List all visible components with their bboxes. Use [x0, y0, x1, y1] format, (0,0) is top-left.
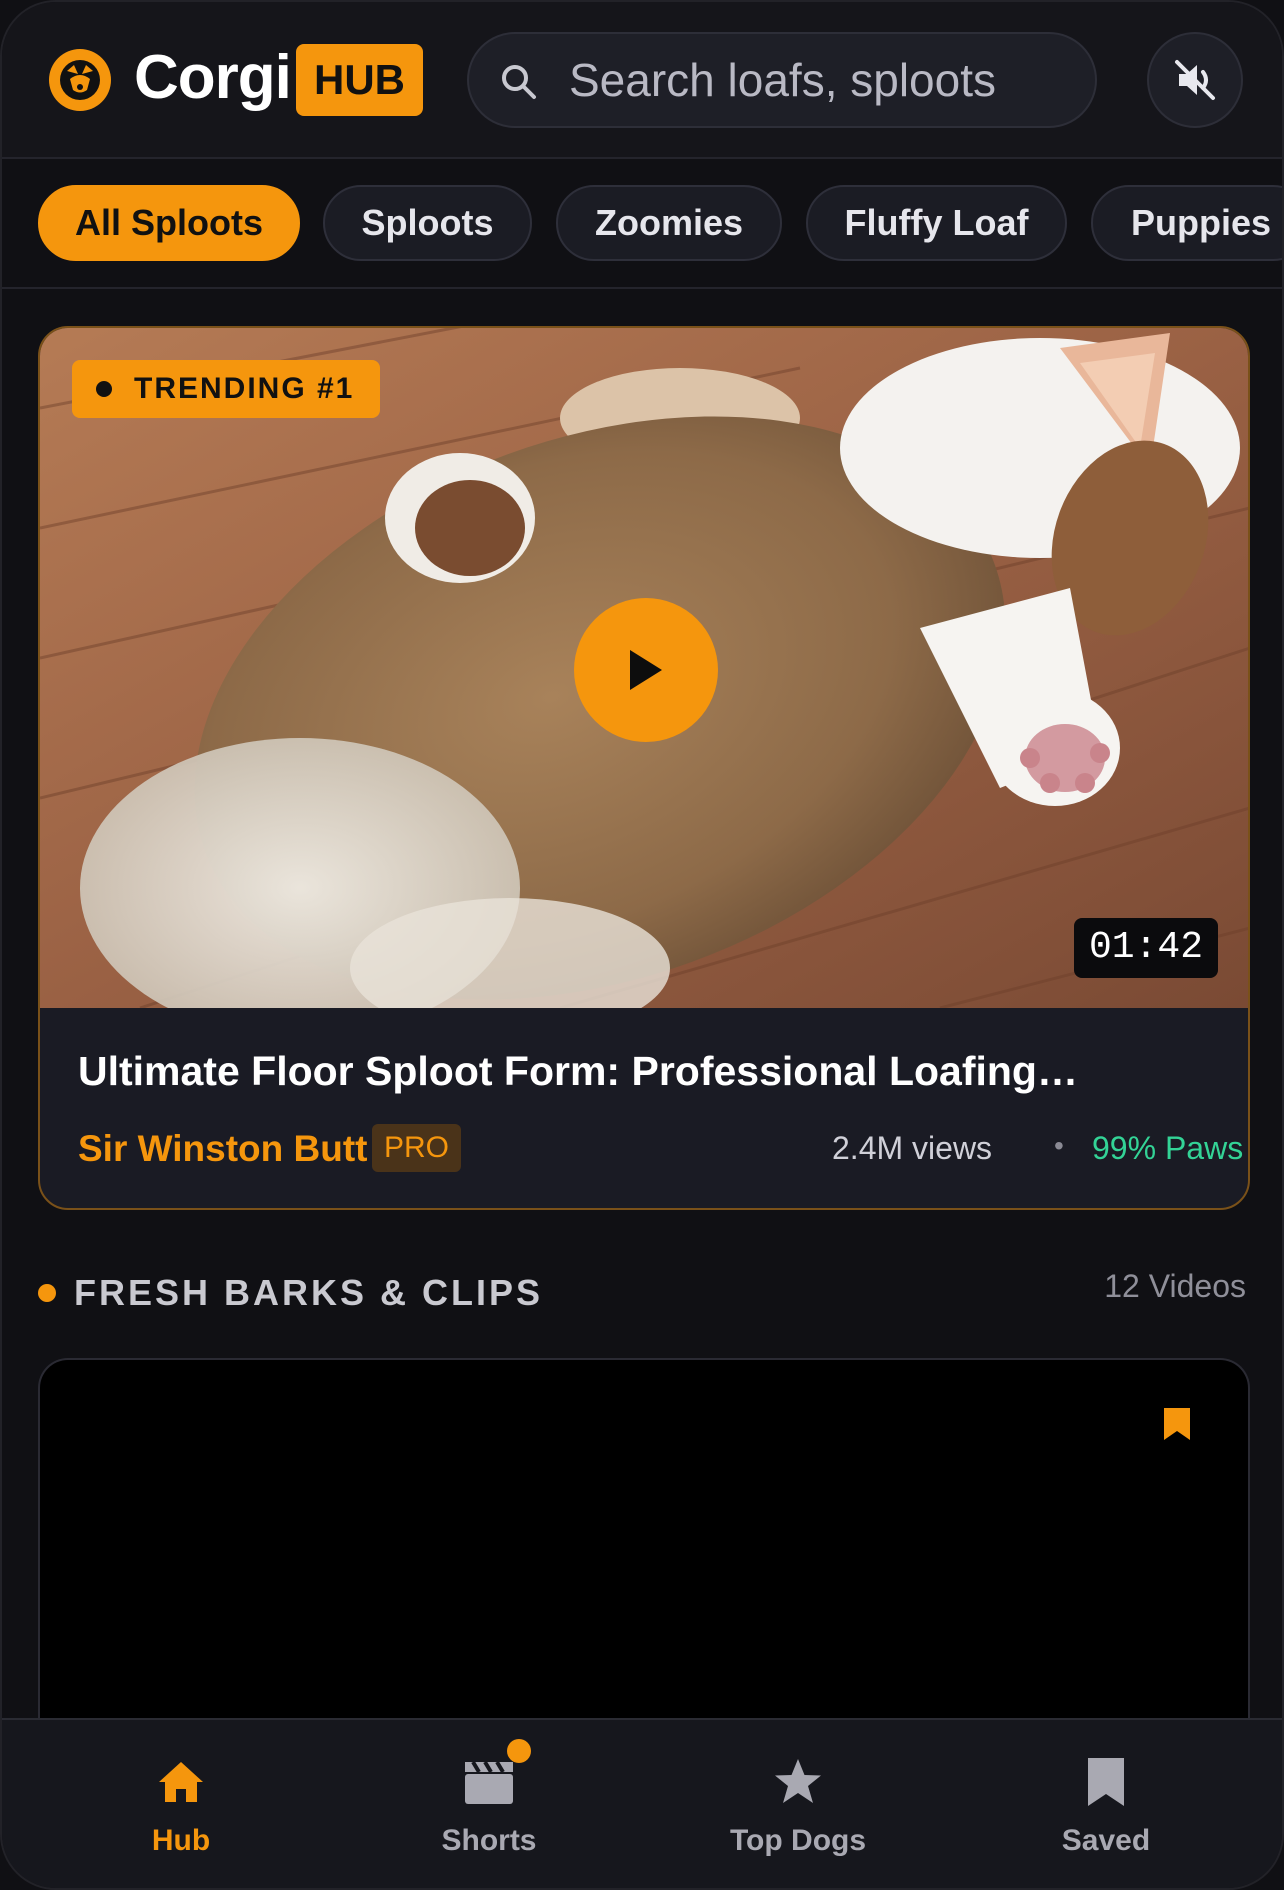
clapperboard-icon	[465, 1760, 513, 1804]
nav-label-hub: Hub	[151, 1824, 211, 1857]
play-button[interactable]	[574, 598, 718, 742]
paw-rating: 99% Paws	[1092, 1130, 1244, 1166]
featured-title[interactable]: Ultimate Floor Sploot Form: Professional…	[78, 1048, 1208, 1095]
chip-zoomies[interactable]: Zoomies	[556, 185, 782, 261]
meta-separator: •	[1054, 1130, 1064, 1161]
clip-card[interactable]	[38, 1358, 1250, 1758]
trending-badge: TRENDING #1	[72, 360, 381, 418]
bookmark-icon[interactable]	[1162, 1406, 1192, 1442]
nav-label-shorts: Shorts	[441, 1824, 537, 1857]
home-icon	[159, 1762, 203, 1802]
logo-badge: HUB	[296, 44, 423, 116]
video-duration: 01:42	[1074, 918, 1218, 978]
nav-top-dogs[interactable]: Top Dogs	[698, 1720, 898, 1888]
top-header: Corgi HUB	[2, 2, 1282, 159]
section-video-count: 12 Videos	[1104, 1268, 1246, 1304]
nav-saved[interactable]: Saved	[1006, 1720, 1206, 1888]
view-count: 2.4M views	[832, 1130, 993, 1166]
app-frame: Corgi HUB All Sploots Sploots Zoomies Fl…	[0, 0, 1284, 1890]
chip-fluffy-loaf[interactable]: Fluffy Loaf	[806, 185, 1067, 261]
search-input[interactable]	[569, 34, 1069, 126]
chip-sploots[interactable]: Sploots	[323, 185, 532, 261]
category-chip-bar: All Sploots Sploots Zoomies Fluffy Loaf …	[2, 161, 1282, 289]
trending-label: TRENDING #1	[134, 372, 355, 405]
nav-hub[interactable]: Hub	[81, 1720, 281, 1888]
saved-bookmark-icon	[1088, 1758, 1124, 1806]
play-icon	[630, 650, 662, 690]
nav-label-top-dogs: Top Dogs	[729, 1824, 867, 1857]
nav-shorts[interactable]: Shorts	[389, 1720, 589, 1888]
shorts-notification-dot	[507, 1739, 531, 1763]
bottom-navigation: Hub Shorts Top Dogs Saved	[2, 1718, 1282, 1888]
corgi-logo-icon	[49, 49, 111, 111]
pro-badge: PRO	[372, 1124, 462, 1172]
logo-wordmark: Corgi	[134, 43, 292, 112]
section-title: FRESH BARKS & CLIPS	[74, 1272, 544, 1313]
nav-label-saved: Saved	[1061, 1824, 1151, 1857]
muted-speaker-icon	[1175, 60, 1215, 100]
chip-all-sploots[interactable]: All Sploots	[38, 185, 300, 261]
section-dot-icon	[38, 1284, 56, 1302]
featured-thumbnail[interactable]: TRENDING #1 01:42	[40, 328, 1248, 1008]
search-bar[interactable]	[467, 32, 1097, 128]
chip-puppies[interactable]: Puppies	[1091, 185, 1282, 261]
search-icon	[502, 65, 536, 99]
live-dot-icon	[96, 381, 112, 397]
channel-name[interactable]: Sir Winston Butt	[78, 1128, 367, 1170]
featured-video-card[interactable]: TRENDING #1 01:42 Ultimate Floor Sploot …	[38, 326, 1250, 1210]
mute-button[interactable]	[1147, 32, 1243, 128]
star-icon	[775, 1759, 821, 1803]
